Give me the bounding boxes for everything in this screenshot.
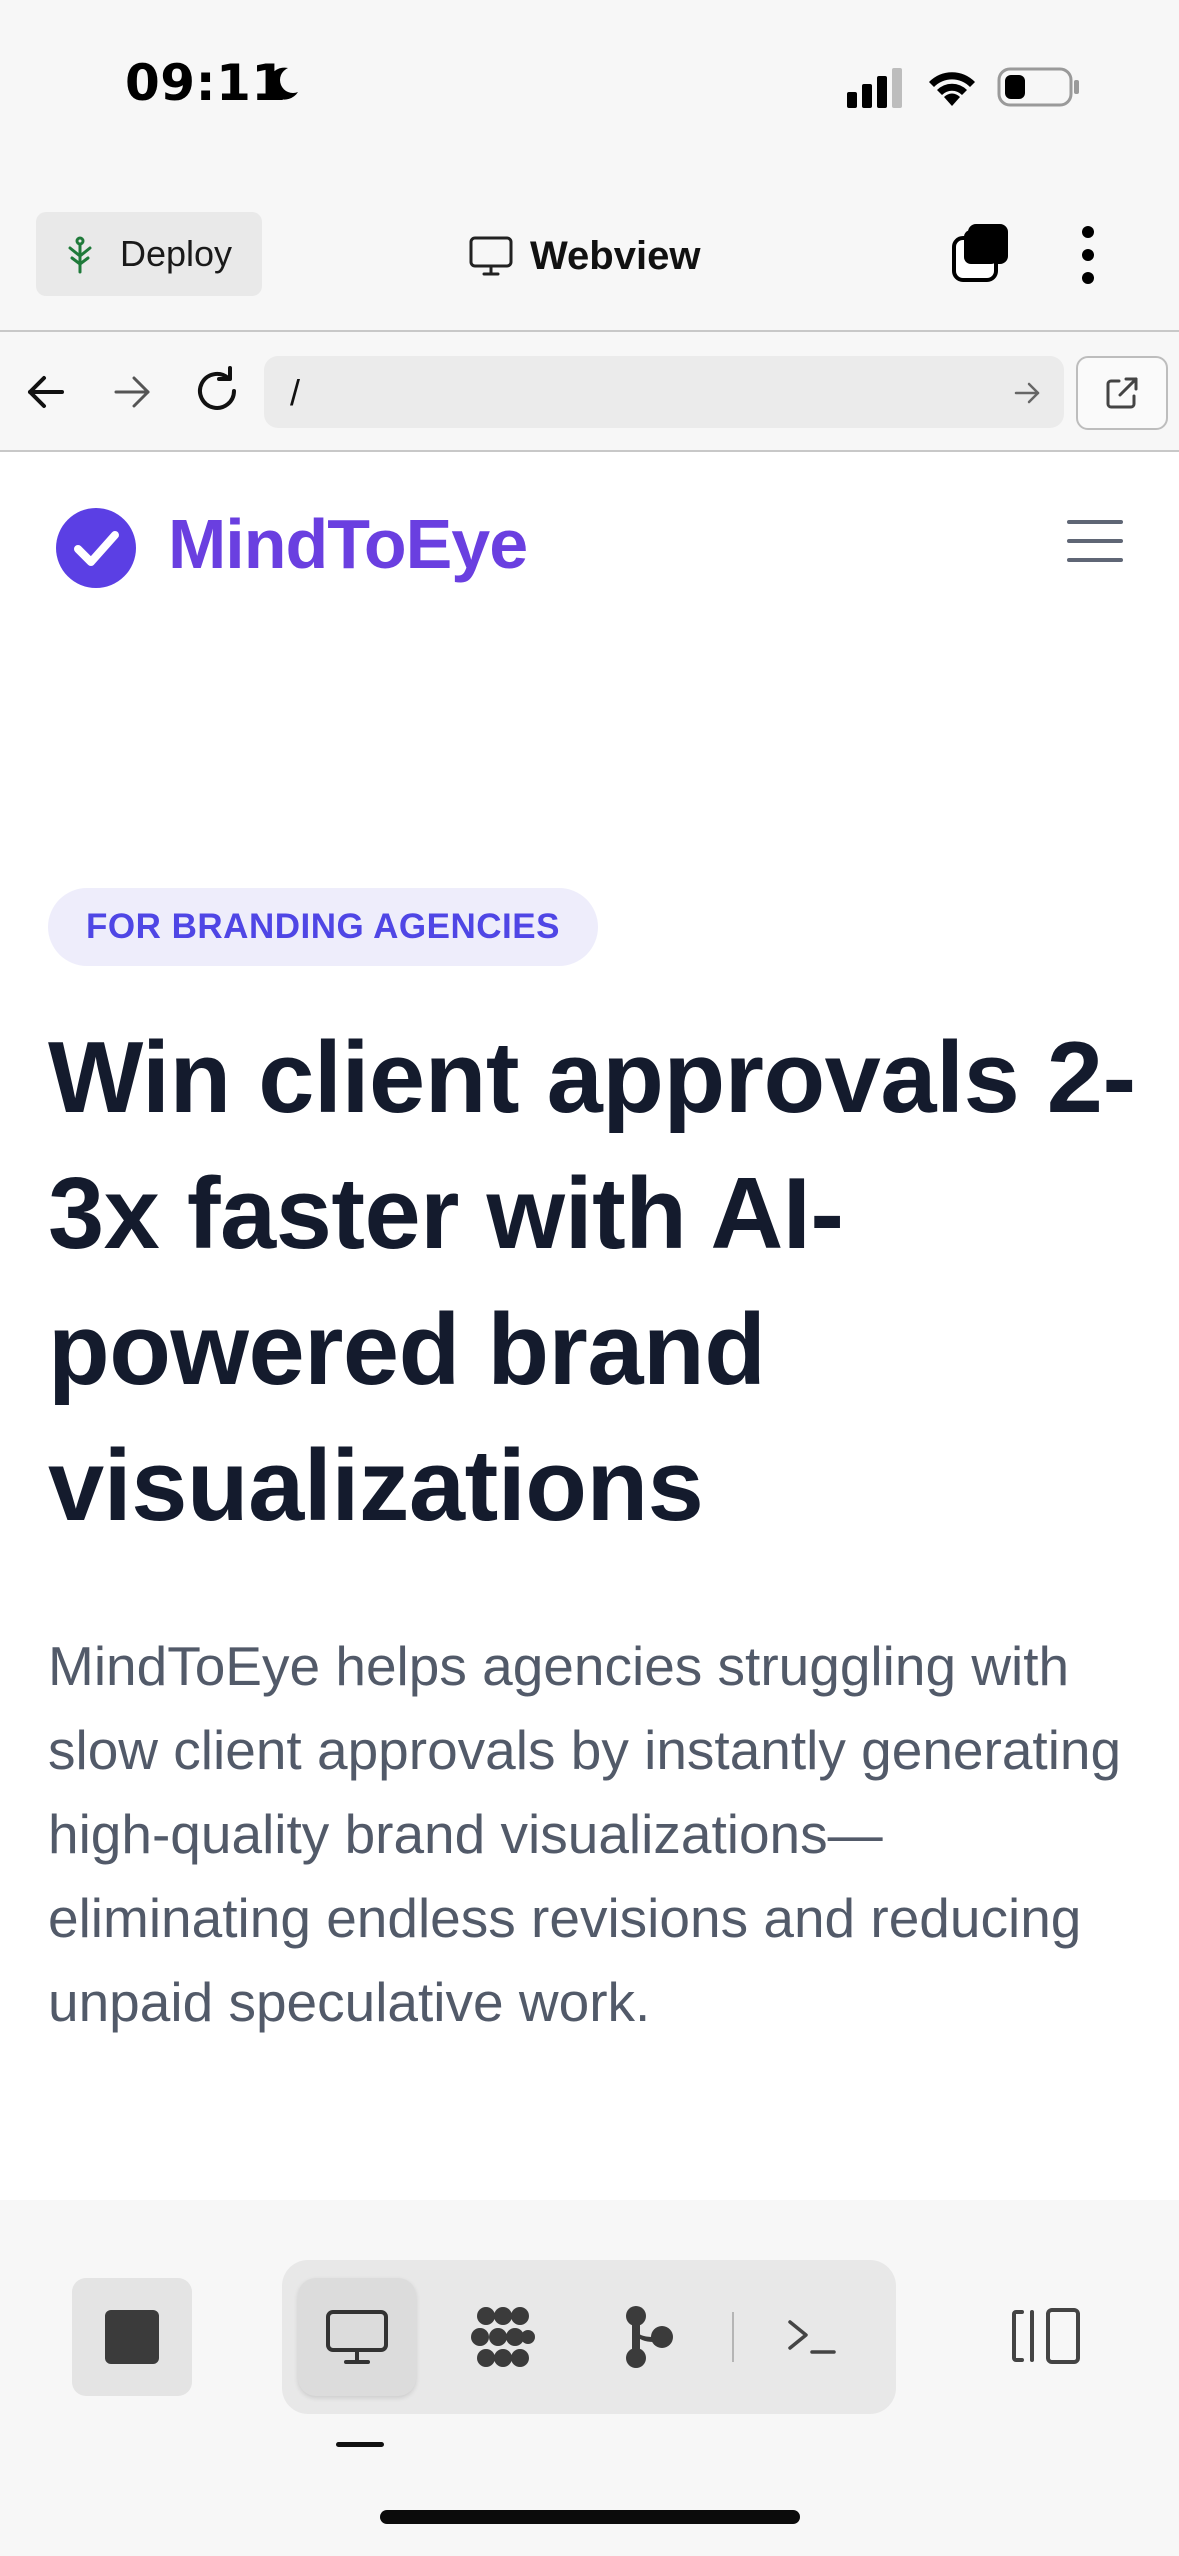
battery-icon (997, 67, 1079, 107)
monitor-icon (469, 236, 513, 276)
open-external-button[interactable] (1076, 356, 1168, 430)
deploy-label: Deploy (120, 233, 233, 274)
cellular-signal-icon (847, 68, 902, 108)
stop-button[interactable] (72, 2278, 192, 2396)
moon-icon (268, 67, 298, 100)
hero-description: MindToEye helps agencies struggling with… (48, 1635, 1122, 2033)
hero-headline: Win client approvals 2-3x faster with AI… (48, 1022, 1136, 1542)
deploy-button[interactable]: Deploy (36, 212, 262, 296)
home-indicator[interactable] (380, 2510, 800, 2524)
hamburger-menu-icon[interactable] (1066, 518, 1124, 564)
toolbar-divider (732, 2312, 734, 2362)
view-switcher (282, 2260, 896, 2414)
webview-monitor-icon (326, 2310, 388, 2364)
app-toolbar: Deploy Webview (0, 170, 1179, 332)
more-vertical-icon[interactable] (1070, 222, 1106, 288)
url-bar: / (0, 332, 1179, 452)
site-header: MindToEye (0, 452, 1179, 642)
tabs-icon[interactable] (950, 222, 1012, 284)
packages-tab[interactable] (444, 2278, 562, 2396)
webview-title: Webview (468, 226, 700, 286)
webview-tab[interactable] (298, 2278, 416, 2396)
layout-split-icon[interactable] (1008, 2304, 1084, 2368)
shell-tab[interactable] (752, 2278, 870, 2396)
audience-badge-label: FOR BRANDING AGENCIES (86, 907, 560, 946)
grid-dots-icon (471, 2307, 535, 2367)
checkmark-logo-icon[interactable] (56, 508, 136, 588)
forward-arrow-icon[interactable] (108, 368, 156, 416)
url-value: / (290, 372, 301, 413)
url-input[interactable]: / (264, 356, 1064, 428)
brand-name[interactable]: MindToEye (168, 504, 528, 584)
active-tab-indicator (336, 2442, 384, 2447)
back-arrow-icon[interactable] (22, 368, 70, 416)
reload-icon[interactable] (190, 364, 244, 418)
go-arrow-icon[interactable] (1012, 378, 1042, 408)
open-external-icon (1106, 377, 1138, 409)
branch-icon (626, 2306, 673, 2368)
stop-icon (105, 2310, 159, 2364)
status-bar: 09:11 (0, 0, 1179, 170)
deploy-tree-icon (68, 236, 92, 274)
wifi-icon (929, 72, 975, 106)
audience-badge: FOR BRANDING AGENCIES (48, 888, 598, 966)
webview-title-label: Webview (530, 233, 701, 278)
terminal-icon (788, 2320, 836, 2354)
git-tab[interactable] (588, 2278, 706, 2396)
bottom-toolbar (0, 2200, 1179, 2556)
